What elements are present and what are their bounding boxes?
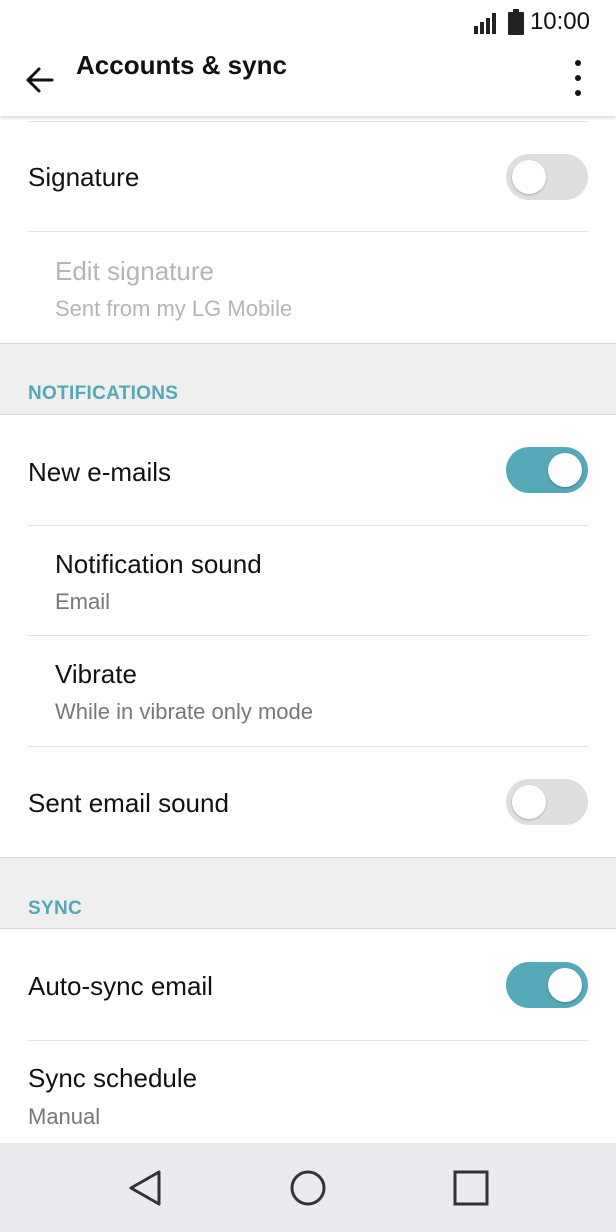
auto-sync-email-toggle[interactable] — [506, 962, 588, 1008]
vibrate-label: Vibrate — [55, 659, 137, 689]
arrow-left-icon[interactable] — [20, 60, 60, 100]
more-vert-icon[interactable] — [564, 58, 592, 98]
signature-toggle[interactable] — [506, 154, 588, 200]
system-nav-bar — [0, 1143, 616, 1232]
notification-sound-label: Notification sound — [55, 549, 262, 579]
settings-list: Signature Edit signature Sent from my LG… — [0, 116, 616, 1143]
notification-sound-row[interactable]: Notification sound Email — [0, 526, 616, 636]
edit-signature-row[interactable]: Edit signature Sent from my LG Mobile — [0, 232, 616, 343]
sync-schedule-label: Sync schedule — [28, 1063, 198, 1093]
toggle-knob — [548, 453, 582, 487]
section-title: SYNC — [28, 898, 82, 919]
edit-signature-label: Edit signature — [55, 256, 214, 286]
circle-home-icon[interactable] — [285, 1165, 331, 1211]
status-time: 10:00 — [529, 8, 590, 35]
vibrate-row[interactable]: Vibrate While in vibrate only mode — [0, 636, 616, 746]
sync-section-header: SYNC — [0, 857, 616, 929]
sent-email-sound-label: Sent email sound — [28, 788, 229, 818]
app-bar: Accounts & sync — [0, 44, 616, 116]
sync-schedule-value: Manual — [28, 1104, 101, 1129]
sync-schedule-row[interactable]: Sync schedule Manual — [0, 1041, 616, 1143]
new-emails-toggle[interactable] — [506, 447, 588, 493]
auto-sync-email-label: Auto-sync email — [28, 971, 213, 1001]
edit-signature-value: Sent from my LG Mobile — [55, 296, 293, 321]
toggle-knob — [512, 785, 546, 819]
status-bar: 10:00 — [0, 0, 616, 44]
new-emails-label: New e-mails — [28, 457, 172, 487]
auto-sync-email-row[interactable]: Auto-sync email — [0, 929, 616, 1040]
signature-label: Signature — [28, 162, 140, 192]
new-emails-row[interactable]: New e-mails — [0, 415, 616, 525]
battery-icon — [507, 9, 524, 35]
toggle-knob — [512, 160, 546, 194]
sent-email-sound-row[interactable]: Sent email sound — [0, 747, 616, 857]
triangle-back-icon[interactable] — [122, 1165, 168, 1211]
page-title: Accounts & sync — [76, 50, 287, 80]
notification-sound-value: Email — [55, 589, 111, 614]
square-recent-icon[interactable] — [448, 1165, 494, 1211]
signal-icon — [473, 13, 496, 34]
status-indicators: 10:00 — [473, 6, 590, 38]
notifications-section-header: NOTIFICATIONS — [0, 343, 616, 415]
toggle-knob — [548, 968, 582, 1002]
section-title: NOTIFICATIONS — [28, 383, 179, 404]
vibrate-value: While in vibrate only mode — [55, 699, 314, 724]
signature-row[interactable]: Signature — [0, 122, 616, 232]
sent-email-sound-toggle[interactable] — [506, 779, 588, 825]
